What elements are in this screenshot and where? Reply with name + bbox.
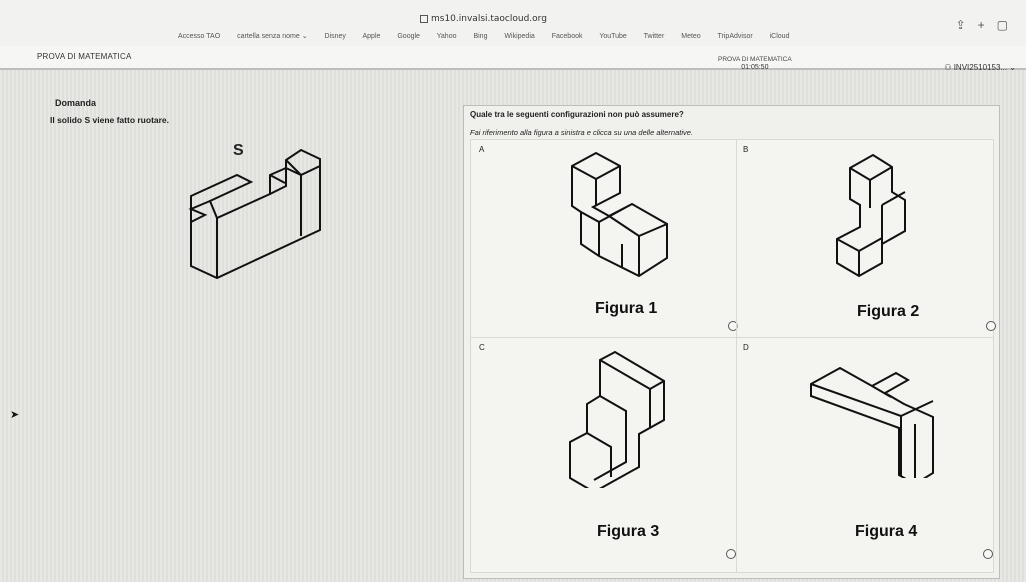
- bookmark-yahoo[interactable]: Yahoo: [437, 33, 457, 40]
- bookmark-youtube[interactable]: YouTube: [599, 33, 627, 40]
- options-grid: A Figura 1 B Figura 2 C Figura 3 D Figur…: [470, 139, 996, 573]
- option-b-letter: B: [743, 145, 749, 154]
- bookmark-tripadvisor[interactable]: TripAdvisor: [718, 33, 753, 40]
- share-icon[interactable]: ⇪: [956, 18, 966, 32]
- figure-4-caption: Figura 4: [855, 523, 918, 540]
- test-title-timer: PROVA DI MATEMATICA 01:05:50: [718, 56, 792, 71]
- bookmark-accesso-tao[interactable]: Accesso TAO: [178, 33, 220, 40]
- bookmark-bing[interactable]: Bing: [473, 33, 487, 40]
- option-a[interactable]: A Figura 1: [470, 139, 738, 338]
- option-b[interactable]: B Figura 2: [736, 139, 996, 338]
- question-content: Domanda Il solido S viene fatto ruotare.…: [0, 70, 1026, 582]
- stimulus-pane: Domanda Il solido S viene fatto ruotare.…: [0, 70, 460, 582]
- option-d[interactable]: D Figura 4: [736, 337, 994, 573]
- option-c[interactable]: C Figura 3: [470, 337, 737, 573]
- bookmark-folder[interactable]: cartella senza nome ⌄: [237, 33, 307, 40]
- figure-3-drawing: [569, 350, 665, 488]
- bookmark-disney[interactable]: Disney: [325, 33, 346, 40]
- app-header: PROVA DI MATEMATICA PROVA DI MATEMATICA 0…: [0, 46, 1026, 72]
- bookmark-meteo[interactable]: Meteo: [681, 33, 700, 40]
- bookmark-google[interactable]: Google: [397, 33, 420, 40]
- test-name: PROVA DI MATEMATICA: [718, 56, 792, 63]
- option-c-radio[interactable]: [726, 549, 736, 559]
- solid-s-drawing: [188, 148, 321, 280]
- pointer-icon: ➤: [10, 409, 20, 421]
- section-heading: Domanda: [55, 98, 97, 108]
- bookmarks-bar: Accesso TAO cartella senza nome ⌄ Disney…: [178, 32, 804, 40]
- bookmark-facebook[interactable]: Facebook: [552, 33, 583, 40]
- browser-actions: ⇪ + ▢: [944, 18, 1008, 32]
- figure-1-drawing: [571, 151, 668, 278]
- answer-panel: Quale tra le seguenti configurazioni non…: [463, 105, 1000, 579]
- question-hint: Fai riferimento alla figura a sinistra e…: [470, 128, 694, 137]
- lock-icon: [420, 14, 428, 23]
- figure-2-drawing: [836, 153, 906, 278]
- page-title: PROVA DI MATEMATICA: [37, 52, 132, 61]
- bookmark-apple[interactable]: Apple: [363, 33, 381, 40]
- browser-top-bar: ms10.invalsi.taocloud.org Accesso TAO ca…: [0, 0, 1026, 47]
- address-bar[interactable]: ms10.invalsi.taocloud.org: [420, 14, 547, 24]
- figure-2-caption: Figura 2: [857, 303, 920, 320]
- bookmark-twitter[interactable]: Twitter: [644, 33, 665, 40]
- figure-3-caption: Figura 3: [597, 523, 660, 540]
- question-prompt: Quale tra le seguenti configurazioni non…: [470, 110, 684, 119]
- figure-1-caption: Figura 1: [595, 300, 658, 317]
- option-d-radio[interactable]: [983, 549, 993, 559]
- option-a-letter: A: [479, 145, 485, 154]
- plus-icon[interactable]: +: [978, 18, 985, 32]
- question-stem: Il solido S viene fatto ruotare.: [50, 115, 170, 125]
- option-c-letter: C: [479, 343, 485, 352]
- url-text: ms10.invalsi.taocloud.org: [431, 14, 547, 24]
- tabs-icon[interactable]: ▢: [997, 18, 1008, 32]
- figure-4-drawing: [810, 366, 934, 478]
- bookmark-wikipedia[interactable]: Wikipedia: [504, 33, 534, 40]
- option-b-radio[interactable]: [986, 321, 996, 331]
- option-d-letter: D: [743, 343, 749, 352]
- bookmark-icloud[interactable]: iCloud: [770, 33, 790, 40]
